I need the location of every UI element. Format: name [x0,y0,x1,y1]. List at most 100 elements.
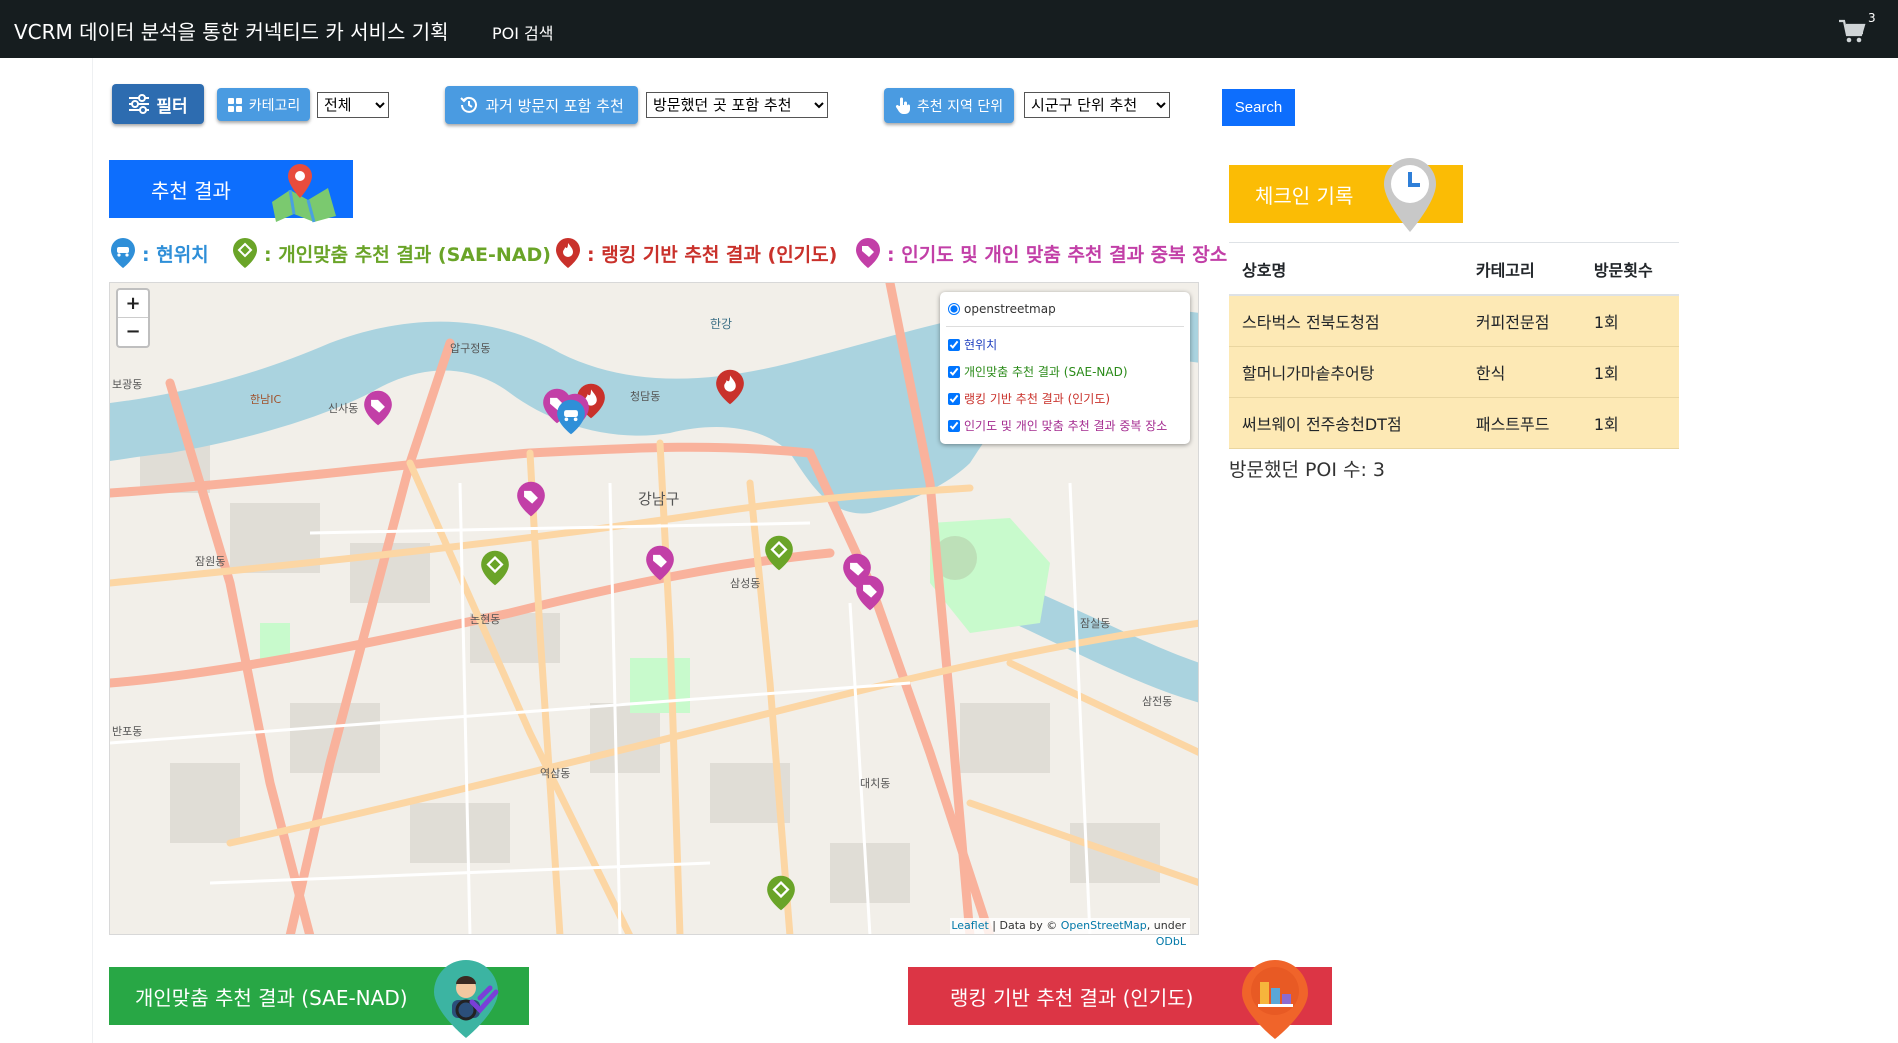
map-place-label: 삼전동 [1142,695,1173,708]
base-layer-radio[interactable] [948,303,960,315]
layer-divider [946,326,1184,327]
overlay-overlap-checkbox[interactable] [948,419,960,432]
map-river-label: 한강 [710,317,733,331]
cell-category: 패스트푸드 [1462,397,1581,449]
overlap-marker[interactable] [516,479,546,519]
zoom-out-button[interactable]: − [118,318,148,345]
base-layer-label: openstreetmap [964,302,1056,316]
ranking-marker-icon [556,238,580,268]
map-place-label: 대치동 [860,777,891,790]
cell-name: 스타벅스 전북도청점 [1229,295,1463,347]
overlay-ranking-option[interactable]: 랭킹 기반 추천 결과 (인기도) [948,390,1110,407]
map-place-label: 역삼동 [540,767,571,780]
cart-count-badge: 3 [1868,11,1876,25]
map-district-label: 강남구 [638,490,680,508]
sliders-icon [129,94,150,114]
table-row: 스타벅스 전북도청점 커피전문점 1회 [1229,295,1679,347]
personal-marker[interactable] [764,533,794,573]
map-layer-control: openstreetmap 현위치 개인맞춤 추천 결과 (SAE-NAD) 랭… [940,292,1190,444]
region-select[interactable]: 시군구 단위 추천 [1024,92,1170,118]
legend-current-text: : 현위치 [142,243,209,266]
ranking-marker[interactable] [715,367,745,407]
map-place-label: 삼성동 [730,577,761,590]
osm-link[interactable]: OpenStreetMap [1061,919,1147,932]
overlap-marker[interactable] [855,573,885,613]
map-place-label: 압구정동 [450,342,491,355]
cell-visits: 1회 [1580,346,1679,398]
category-select[interactable]: 전체 [317,92,389,118]
filter-button-label: 필터 [156,96,188,117]
legend-overlap-text: : 인기도 및 개인 맞춤 추천 결과 중복 장소 [887,243,1228,266]
cell-category: 커피전문점 [1462,295,1581,347]
table-header-row: 상호명 카테고리 방문횟수 [1229,242,1679,296]
current-location-marker[interactable] [556,397,586,437]
past-visit-button-label: 과거 방문지 포함 추천 [485,96,624,115]
cell-visits: 1회 [1580,295,1679,347]
legend-ranking-text: : 랭킹 기반 추천 결과 (인기도) [587,243,838,266]
col-header-name: 상호명 [1229,242,1463,296]
visited-poi-count: 방문했던 POI 수: 3 [1229,459,1386,481]
checkin-record-title: 체크인 기록 [1255,183,1354,208]
map-place-label: 논현동 [470,613,501,626]
past-visit-button[interactable]: 과거 방문지 포함 추천 [445,86,638,124]
map-place-label: 반포동 [112,725,143,738]
history-icon [460,96,478,113]
category-button-label: 카테고리 [248,97,301,114]
odbl-link[interactable]: ODbL [1156,935,1186,948]
region-button-label: 추천 지역 단위 [916,98,1004,115]
map-place-label: 잠실동 [1080,617,1111,630]
past-visit-select[interactable]: 방문했던 곳 포함 추천 [646,92,828,118]
base-layer-option[interactable]: openstreetmap [948,302,1056,316]
map-place-label: 신사동 [328,402,359,415]
hand-pointer-icon [895,97,910,114]
map-zoom-control: + − [116,288,150,348]
overlay-ranking-checkbox[interactable] [948,392,960,405]
overlay-personal-option[interactable]: 개인맞춤 추천 결과 (SAE-NAD) [948,363,1128,380]
clock-pin-icon [1384,158,1436,232]
grid-icon [227,97,242,112]
legend-personal-text: : 개인맞춤 추천 결과 (SAE-NAD) [264,243,551,266]
overlap-marker[interactable] [363,388,393,428]
overlay-current-label: 현위치 [964,338,998,352]
attribution-text: | Data by © [988,919,1061,932]
cell-name: 할머니가마솥추어탕 [1229,346,1463,398]
nav-poi-search-link[interactable]: POI 검색 [492,20,554,44]
category-button[interactable]: 카테고리 [217,88,310,121]
overlay-personal-checkbox[interactable] [948,365,960,378]
map-place-label: 보광동 [112,378,143,391]
overlay-personal-label: 개인맞춤 추천 결과 (SAE-NAD) [964,365,1128,379]
cell-name: 써브웨이 전주송천DT점 [1229,397,1463,449]
cart-icon[interactable] [1838,18,1866,44]
filter-button[interactable]: 필터 [112,84,204,124]
current-location-marker-icon [111,238,135,268]
col-header-category: 카테고리 [1462,242,1581,296]
checkin-table: 상호명 카테고리 방문횟수 스타벅스 전북도청점 커피전문점 1회 할머니가마솥… [1229,242,1679,449]
recommend-result-title: 추천 결과 [151,178,231,203]
region-button[interactable]: 추천 지역 단위 [884,88,1014,123]
search-button[interactable]: Search [1222,89,1295,126]
attribution-under: , under [1146,919,1186,932]
cell-visits: 1회 [1580,397,1679,449]
zoom-in-button[interactable]: + [118,290,148,318]
overlap-marker-icon [856,238,880,268]
overlay-current-option[interactable]: 현위치 [948,336,997,353]
personal-marker[interactable] [480,548,510,588]
overlay-current-checkbox[interactable] [948,338,960,351]
table-row: 할머니가마솥추어탕 한식 1회 [1229,346,1679,398]
map-place-label: 잠원동 [195,555,226,568]
col-header-visits: 방문횟수 [1580,242,1679,296]
legend-overlap: : 인기도 및 개인 맞춤 추천 결과 중복 장소 [855,238,1227,268]
overlap-marker[interactable] [645,543,675,583]
personal-marker[interactable] [766,873,796,913]
cell-category: 한식 [1462,346,1581,398]
ranking-chart-pin-icon [1242,960,1308,1039]
legend-current-location: : 현위치 [110,238,209,268]
driver-pin-icon [434,960,499,1038]
overlay-overlap-option[interactable]: 인기도 및 개인 맞춤 추천 결과 중복 장소 [948,417,1167,434]
map-attribution: Leaflet | Data by © OpenStreetMap, under… [950,918,1190,948]
personal-marker-icon [233,238,257,268]
map-place-label: 한남IC [250,393,282,406]
ranking-result-label: 랭킹 기반 추천 결과 (인기도) [950,985,1194,1010]
app-title[interactable]: VCRM 데이터 분석을 통한 커넥티드 카 서비스 기획 [14,16,449,45]
leaflet-link[interactable]: Leaflet [951,919,988,932]
